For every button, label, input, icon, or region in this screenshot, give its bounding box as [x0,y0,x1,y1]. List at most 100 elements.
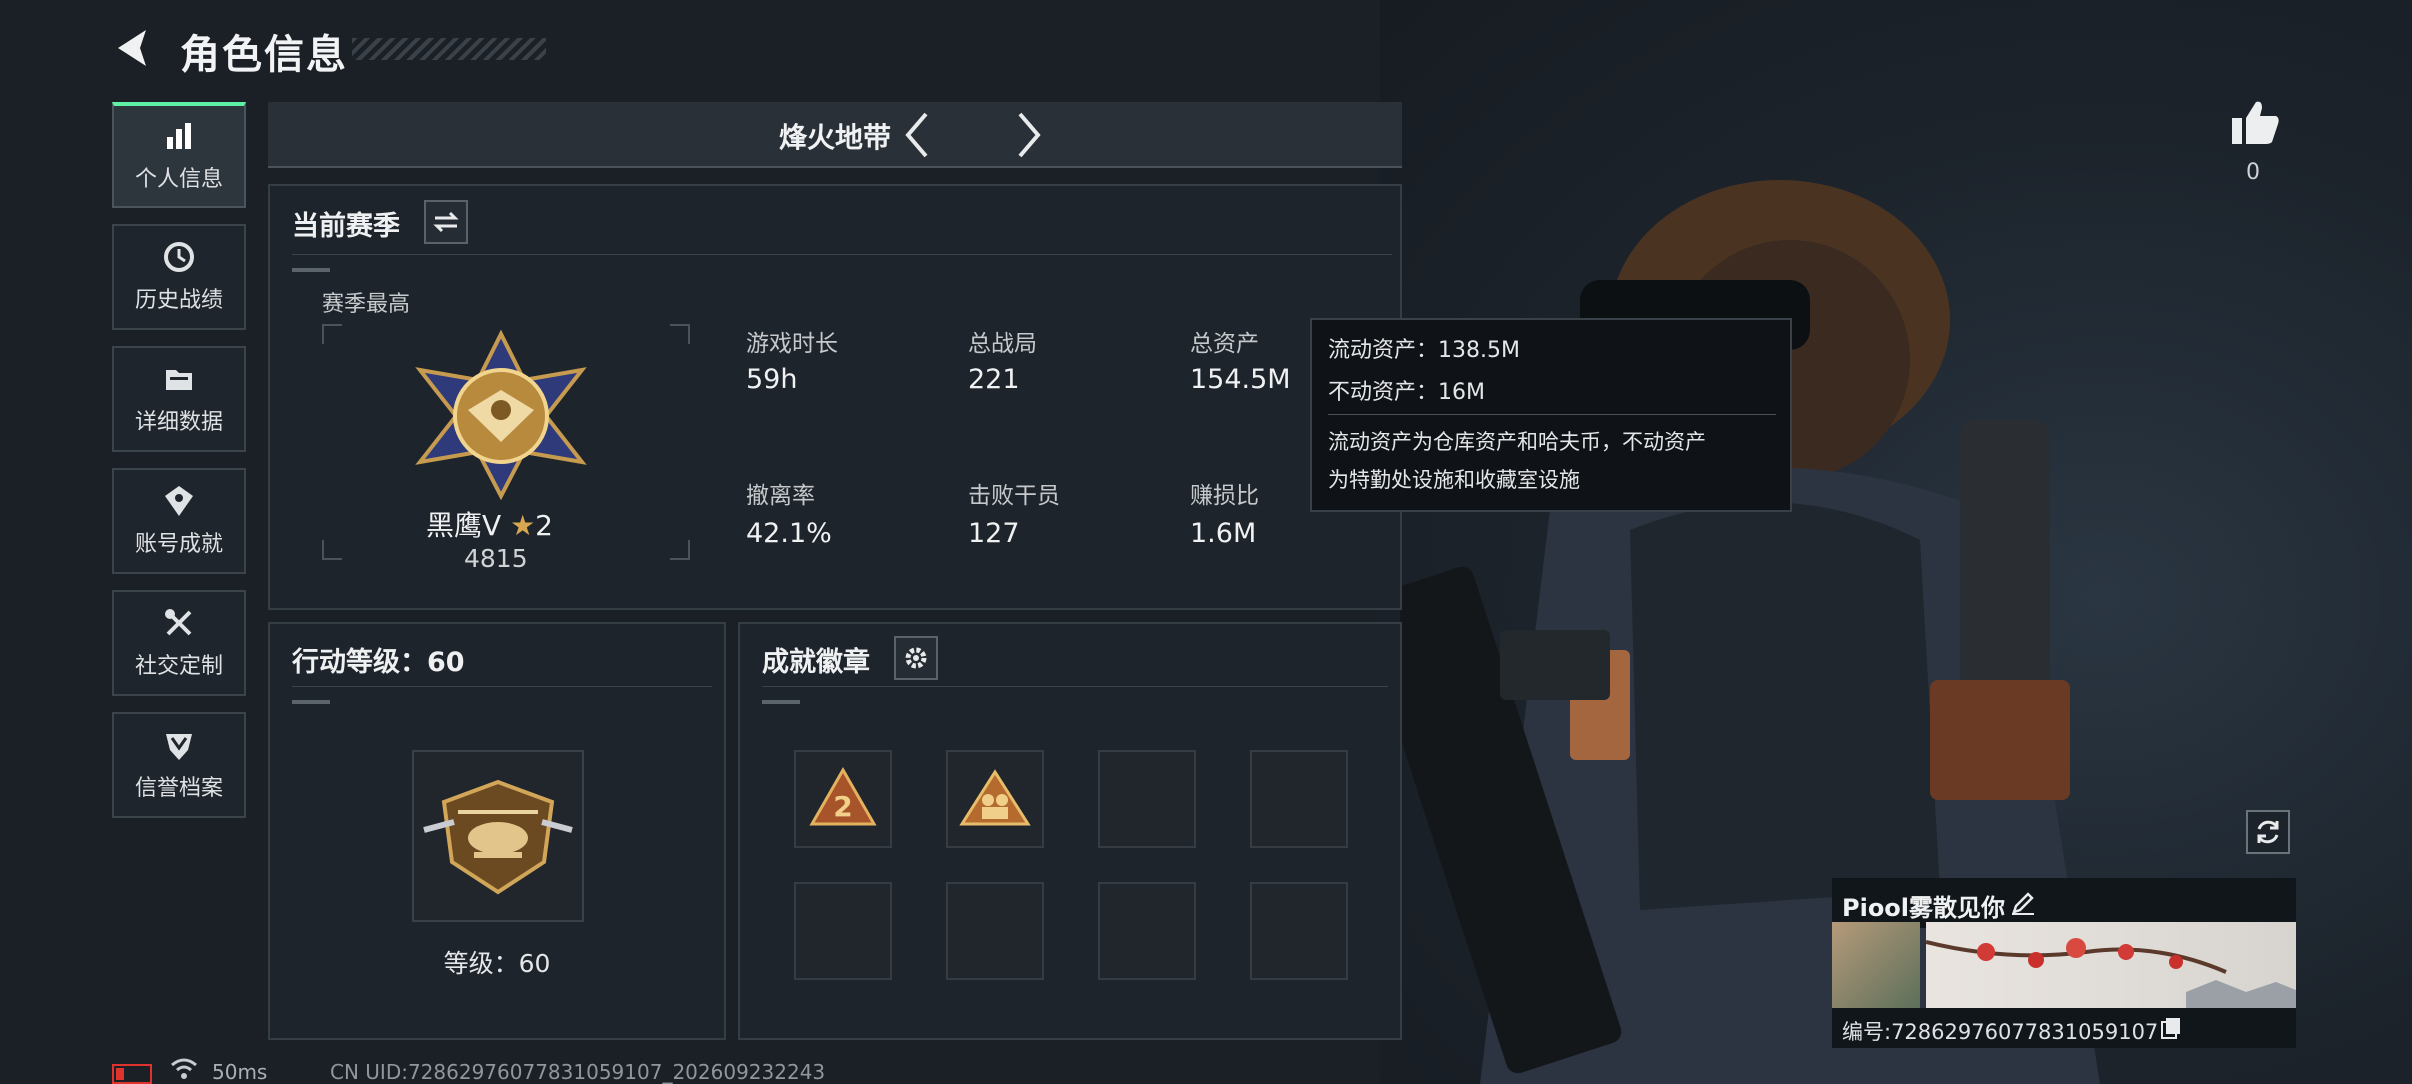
game-mode-name: 烽火地带 [778,121,891,154]
divider [762,686,1388,687]
nav-item-label: 详细数据 [134,410,223,435]
assets-tooltip: 流动资产：138.5M 不动资产：16M 流动资产为仓库资产和哈夫币，不动资产 … [1310,318,1792,512]
achievement-badges-panel: 成就徽章 2 [738,622,1402,1040]
folder-icon [166,370,192,390]
action-level-panel: 行动等级：60 等级：60 [268,622,726,1040]
tooltip-desc-line1: 流动资产为仓库资产和哈夫币，不动资产 [1328,430,1706,454]
rank-info: 黑鹰Ⅴ ★2 [426,504,553,544]
nav-item-label: 个人信息 [134,167,223,192]
stat-value: 1.6M [1190,518,1257,549]
title-underline [762,700,800,704]
rotate-button[interactable] [2246,810,2290,854]
chevron-right-icon[interactable] [1008,110,1048,160]
shield-icon [166,734,192,760]
badge-slot-empty[interactable] [794,882,892,980]
stat-label: 赚损比 [1190,483,1259,509]
fixed-assets: 不动资产：16M [1328,380,1485,405]
badge-slot-empty[interactable] [1098,750,1196,848]
stat-value: 59h [746,364,798,395]
badge-slot[interactable] [946,750,1044,848]
avatar[interactable] [1832,922,1920,1008]
game-mode-selector: 烽火地带 [268,102,1402,168]
nav-item-match-history[interactable]: 历史战绩 [112,224,246,330]
ping-text: 50ms [212,1060,268,1084]
stat-label: 总战局 [968,331,1037,357]
back-arrow-icon[interactable] [112,26,156,70]
gear-icon [905,647,927,669]
star-icon: ★ [510,509,536,542]
badge-slot[interactable]: 2 [794,750,892,848]
svg-text:2: 2 [833,790,852,823]
nav-item-credit-record[interactable]: 信誉档案 [112,712,246,818]
nav-item-label: 社交定制 [134,654,223,679]
player-id: 编号:7286297607783105910​7 [1842,1020,2159,1044]
nav-item-achievements[interactable]: 账号成就 [112,468,246,574]
wifi-icon [171,1058,197,1079]
plum-blossom-banner-icon [1926,938,2296,1008]
edit-icon[interactable] [2010,890,2036,916]
soldiers-badge-icon [959,769,1031,826]
frame-corner [322,540,342,560]
achievement-title: 成就徽章 [762,647,870,678]
current-season-panel: 当前赛季 赛季最高 黑鹰Ⅴ ★2 4815 游戏时长 59h 总战局 221 总… [268,184,1402,610]
like-count: 0 [2246,160,2260,185]
nav-item-label: 账号成就 [134,532,223,557]
divider [292,254,1392,255]
profile-banner [1926,922,2296,1008]
action-level-title: 行动等级：60 [292,647,465,678]
divider [1328,414,1776,415]
frame-corner [670,324,690,344]
liquid-assets: 流动资产：138.5M [1328,338,1520,363]
season-title: 当前赛季 [292,211,400,242]
stat-value: 221 [968,364,1020,395]
frame-corner [322,324,342,344]
stat-value: 42.1% [746,518,832,549]
bar-chart-icon [167,123,191,149]
refresh-icon [2257,820,2279,844]
switch-season-button[interactable] [424,200,468,244]
rank-emblem-icon [415,330,587,500]
nav-item-social-custom[interactable]: 社交定制 [112,590,246,696]
title-decoration [352,38,546,60]
player-id-bar: 编号:7286297607783105910​7 [1832,1008,2296,1048]
stat-value: 127 [968,518,1020,549]
player-name: Piool雾散见你 [1842,894,2006,922]
rank-name: 黑鹰Ⅴ [426,509,502,542]
profile-name-bar: Piool雾散见你 [1832,878,2296,928]
level-text: 等级：60 [443,949,551,978]
badge-2-icon: 2 [809,766,877,826]
nav-item-label: 信誉档案 [134,776,223,801]
thumbs-up-icon[interactable] [2228,98,2282,148]
stat-label: 撤离率 [746,483,815,509]
rank-stars: 2 [535,509,553,542]
badge-slot-empty[interactable] [946,882,1044,980]
badge-slot-empty[interactable] [1250,750,1348,848]
swap-icon [433,211,459,233]
badge-slot-empty[interactable] [1098,882,1196,980]
stat-label: 游戏时长 [746,331,838,357]
divider [292,686,712,687]
uid-text: CN UID:7286297607783105910​7_20260923224… [330,1060,826,1084]
page-title: 角色信息 [180,32,348,78]
tools-icon [165,609,192,636]
nav-item-detailed-data[interactable]: 详细数据 [112,346,246,452]
rank-points: 4815 [464,544,528,573]
title-underline [292,700,330,704]
battery-icon [112,1064,152,1084]
title-underline [292,268,330,272]
frame-corner [670,540,690,560]
badge-slot-empty[interactable] [1250,882,1348,980]
nav-item-personal-info[interactable]: 个人信息 [112,102,246,208]
stat-label: 总资产 [1190,331,1259,357]
stat-label: 击败干员 [968,483,1060,509]
level-emblem-frame [412,750,584,922]
badge-settings-button[interactable] [894,636,938,680]
copy-icon[interactable] [2160,1016,2182,1040]
nav-item-label: 历史战绩 [134,288,223,313]
clock-icon [164,242,194,272]
tooltip-desc-line2: 为特勤处设施和收藏室设施 [1328,468,1580,492]
stat-value: 154.5M [1190,364,1291,395]
side-nav: 个人信息 历史战绩 详细数据 账号成就 社交定制 信誉档案 [112,102,250,834]
achievement-icon [165,486,193,516]
season-best-label: 赛季最高 [322,292,411,317]
